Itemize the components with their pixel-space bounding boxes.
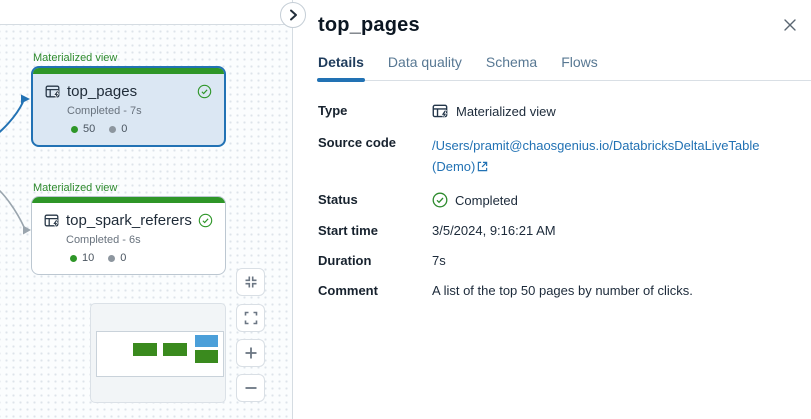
graph-minimap[interactable]	[90, 303, 226, 403]
node-name: top_pages	[67, 83, 138, 100]
pipeline-graph-canvas[interactable]: Materialized view top_pages Completed - …	[0, 24, 292, 419]
tab-details[interactable]: Details	[317, 54, 365, 82]
materialized-view-icon	[432, 103, 449, 120]
plus-icon	[243, 345, 259, 361]
source-code-link[interactable]: /Users/pramit@chaosgenius.io/DatabricksD…	[432, 138, 760, 174]
detail-row-duration: Duration 7s	[318, 253, 446, 269]
page-title: top_pages	[318, 14, 420, 36]
external-link-icon	[477, 161, 488, 172]
node-success-check-icon	[198, 213, 213, 228]
node-status-text: Completed - 6s	[66, 234, 141, 246]
details-side-panel: top_pages Details Data quality Schema Fl…	[293, 0, 811, 419]
chevron-right-icon	[288, 9, 298, 21]
panel-tabs: Details Data quality Schema Flows	[317, 54, 811, 82]
materialized-view-icon	[45, 84, 61, 100]
zoom-out-button[interactable]	[236, 374, 265, 402]
gray-dot-icon	[109, 125, 117, 133]
node-type-label: Materialized view	[33, 182, 118, 194]
zoom-in-button[interactable]	[236, 339, 265, 367]
minimap-viewport[interactable]	[96, 331, 224, 377]
tab-schema[interactable]: Schema	[486, 54, 537, 80]
minimap-node	[163, 343, 187, 356]
node-metric-written: 50	[71, 123, 95, 135]
node-status-text: Completed - 7s	[67, 105, 142, 117]
node-success-check-icon	[197, 84, 212, 99]
minimap-node	[133, 343, 157, 356]
details-list: Type Materialized view Source code /User…	[318, 103, 811, 298]
minimap-node-selected	[195, 335, 218, 347]
graph-node-top-pages[interactable]: top_pages Completed - 7s 50 0	[31, 66, 226, 147]
dlt-pipeline-window: Materialized view top_pages Completed - …	[0, 0, 811, 419]
detail-row-type: Type Materialized view	[318, 103, 556, 120]
detail-row-comment: Comment A list of the top 50 pages by nu…	[318, 283, 693, 299]
green-dot-icon	[70, 254, 77, 262]
tab-data-quality[interactable]: Data quality	[388, 54, 462, 80]
fullscreen-icon	[243, 310, 259, 326]
materialized-view-icon	[44, 213, 60, 229]
fullscreen-button[interactable]	[236, 304, 265, 332]
gray-dot-icon	[108, 254, 116, 262]
minus-icon	[243, 380, 259, 396]
close-icon	[783, 18, 797, 32]
detail-row-status: Status Completed	[318, 192, 518, 208]
green-dot-icon	[71, 125, 78, 133]
close-panel-button[interactable]	[779, 14, 801, 36]
node-metric-dropped: 0	[109, 123, 127, 135]
tab-flows[interactable]: Flows	[561, 54, 598, 80]
node-metric-written: 10	[70, 252, 94, 264]
expand-panel-button[interactable]	[280, 2, 306, 28]
detail-row-start-time: Start time 3/5/2024, 9:16:21 AM	[318, 223, 556, 239]
collapse-arrows-icon	[243, 274, 259, 290]
minimap-node	[195, 350, 218, 363]
check-circle-icon	[432, 192, 448, 208]
node-metric-dropped: 0	[108, 252, 126, 264]
detail-row-source-code: Source code /Users/pramit@chaosgenius.io…	[318, 135, 760, 175]
graph-node-top-spark-referers[interactable]: top_spark_referers Completed - 6s 10 0	[31, 196, 226, 275]
node-type-label: Materialized view	[33, 52, 118, 64]
node-name: top_spark_referers	[66, 212, 192, 229]
fit-selection-button[interactable]	[236, 268, 265, 296]
